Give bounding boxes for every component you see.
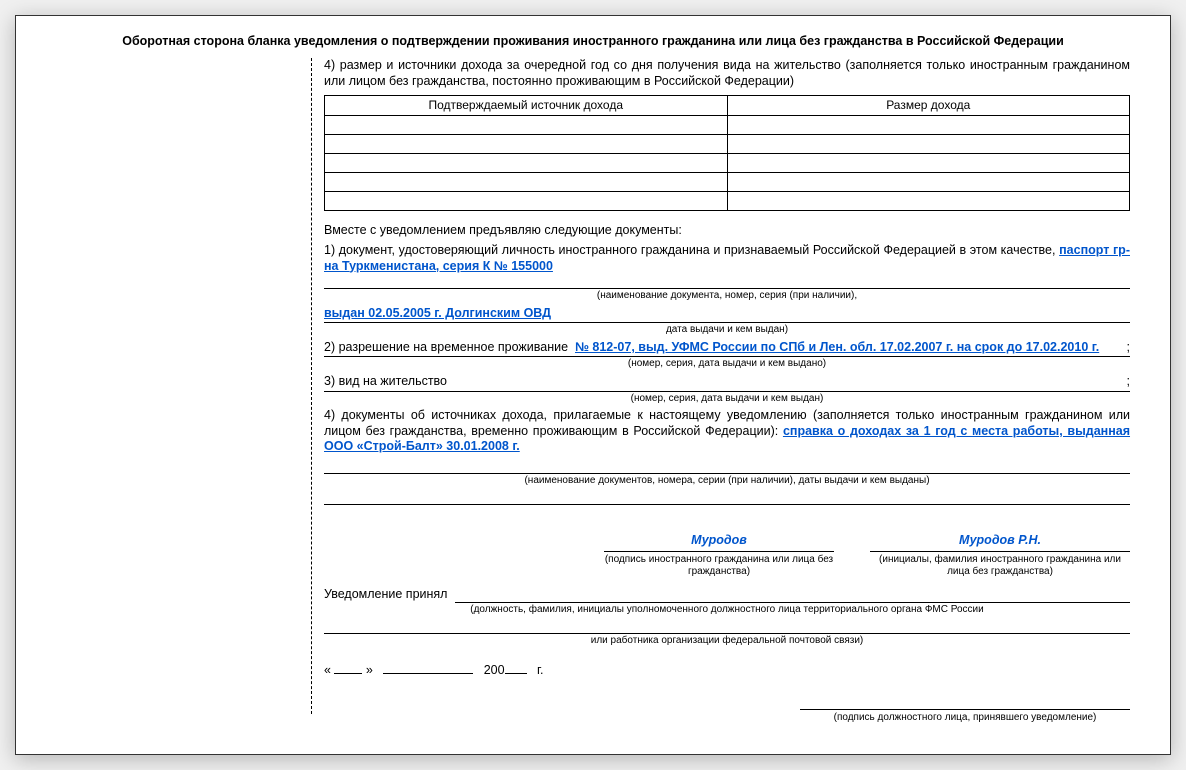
table-row (325, 192, 1130, 211)
section-4-text: 4) размер и источники дохода за очередно… (324, 58, 1130, 89)
item-2: 2) разрешение на временное проживание № … (324, 340, 1130, 371)
official-signature-block: (подпись должностного лица, принявшего у… (324, 696, 1130, 724)
accept-line-2[interactable] (324, 619, 1130, 634)
signature-foreign-citizen: Муродов (подпись иностранного гражданина… (604, 533, 834, 577)
accept-line[interactable] (455, 589, 1130, 603)
date-row: « » 200 г. (324, 662, 1130, 679)
signature-initials-surname: Муродов Р.Н. (инициалы, фамилия иностран… (870, 533, 1130, 577)
table-row (325, 154, 1130, 173)
item-2-label: 2) разрешение на временное проживание (324, 340, 568, 356)
item-1-hint: (наименование документа, номер, серия (п… (324, 290, 1130, 303)
table-row (325, 173, 1130, 192)
item-2-hint: (номер, серия, дата выдачи и кем выдано) (324, 358, 1130, 371)
sig-2-name: Муродов Р.Н. (870, 533, 1130, 552)
item-4-hint: (наименование документов, номера, серии … (324, 475, 1130, 488)
sig-2-hint: (инициалы, фамилия иностранного граждани… (870, 554, 1130, 577)
item-2-value: № 812-07, выд. УФМС России по СПб и Лен.… (575, 340, 1124, 356)
accept-hint-2: или работника организации федеральной по… (324, 635, 1130, 648)
table-row (325, 116, 1130, 135)
item-1-label: 1) документ, удостоверяющий личность ино… (324, 243, 1055, 257)
signature-row: Муродов (подпись иностранного гражданина… (324, 533, 1130, 577)
table-row (325, 135, 1130, 154)
item-3-hint: (номер, серия, дата выдачи и кем выдан) (324, 393, 1130, 406)
form-page: Оборотная сторона бланка уведомления о п… (15, 15, 1171, 755)
accept-label: Уведомление принял (324, 587, 447, 603)
page-title: Оборотная сторона бланка уведомления о п… (56, 34, 1130, 48)
final-hint: (подпись должностного лица, принявшего у… (800, 712, 1130, 724)
right-content: 4) размер и источники дохода за очередно… (312, 58, 1130, 714)
item-1-line2: выдан 02.05.2005 г. Долгинским ОВД (324, 306, 551, 320)
item-1: 1) документ, удостоверяющий личность ино… (324, 243, 1130, 337)
item-3-label: 3) вид на жительство (324, 374, 447, 390)
docs-intro: Вместе с уведомлением предъявляю следующ… (324, 223, 1130, 239)
col-income-amount: Размер дохода (727, 96, 1130, 116)
sig-1-hint: (подпись иностранного гражданина или лиц… (604, 554, 834, 577)
left-tear-column (56, 58, 312, 714)
item-1-hint2: дата выдачи и кем выдан) (324, 324, 1130, 337)
acceptance-row: Уведомление принял (324, 587, 1130, 603)
item-4: 4) документы об источниках дохода, прила… (324, 408, 1130, 505)
item-3: 3) вид на жительство ; (номер, серия, да… (324, 374, 1130, 405)
income-table: Подтверждаемый источник дохода Размер до… (324, 95, 1130, 211)
official-signature-line[interactable] (800, 696, 1130, 710)
col-income-source: Подтверждаемый источник дохода (325, 96, 728, 116)
table-header-row: Подтверждаемый источник дохода Размер до… (325, 96, 1130, 116)
date-year-field[interactable] (505, 662, 527, 674)
sig-1-name: Муродов (604, 533, 834, 552)
columns: 4) размер и источники дохода за очередно… (56, 58, 1130, 714)
accept-hint: (должность, фамилия, инициалы уполномоче… (324, 604, 1130, 617)
date-day-field[interactable] (334, 662, 362, 674)
date-month-field[interactable] (383, 662, 473, 674)
